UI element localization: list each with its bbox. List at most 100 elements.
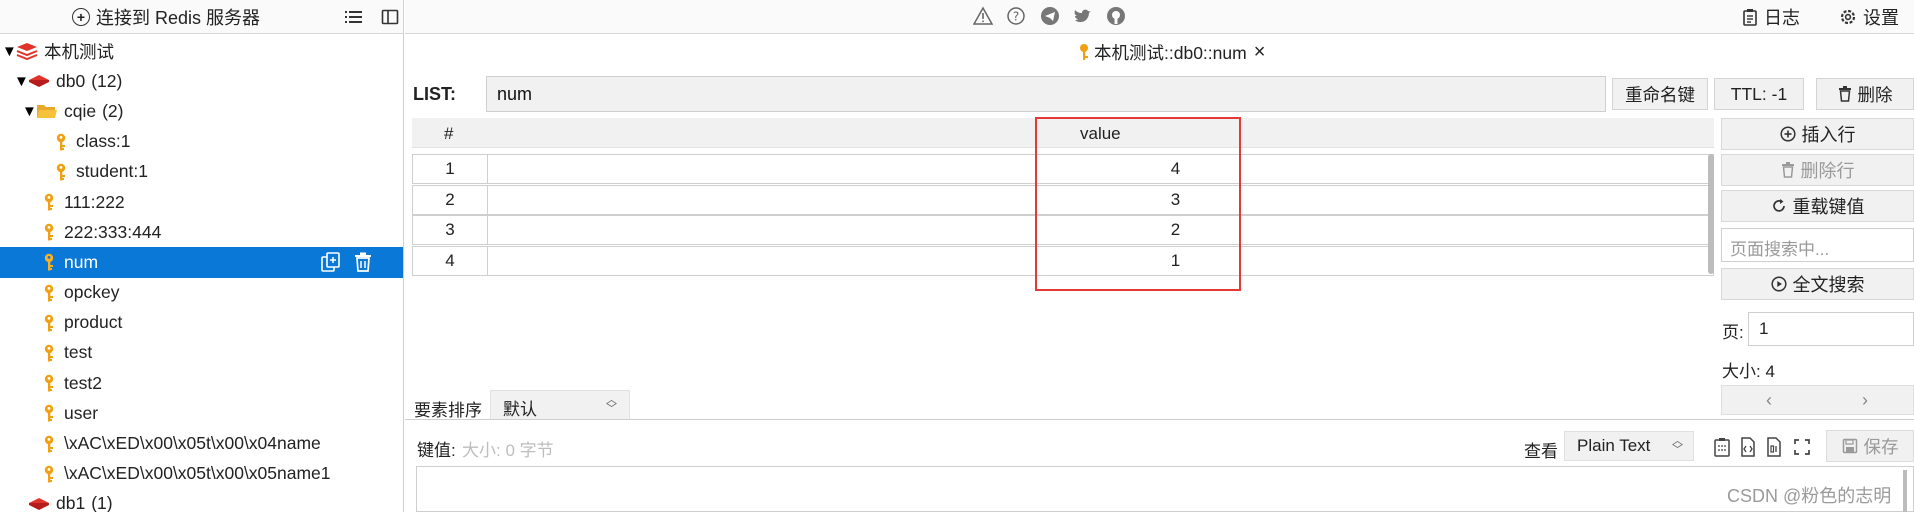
tree-item-label: user [64, 402, 99, 423]
row-value[interactable]: 1 [488, 247, 1715, 275]
tree-key-item[interactable]: \xAC\xED\x00\x05t\x00\x05name1 [0, 459, 403, 489]
server-stack-icon [16, 43, 38, 61]
table-row[interactable]: 23 [412, 184, 1715, 215]
refresh-icon [1772, 199, 1785, 212]
row-actions [320, 251, 374, 273]
view-format-value: Plain Text [1577, 436, 1651, 455]
split-panel-icon[interactable] [380, 7, 400, 27]
tree-item-label: class:1 [76, 131, 131, 152]
reload-value-button[interactable]: 重载键值 [1721, 190, 1914, 222]
tree-db-item[interactable]: db1 (1) [0, 489, 403, 512]
github-icon[interactable] [1106, 6, 1126, 26]
page-number-input[interactable]: 1 [1748, 312, 1914, 346]
save-label: 保存 [1863, 436, 1899, 457]
connect-server-button[interactable]: + 连接到 Redis 服务器 [72, 4, 260, 30]
value-editor[interactable] [416, 466, 1914, 512]
trash-icon[interactable] [352, 251, 374, 273]
database-icon [29, 75, 49, 88]
keyval-size: 大小: 0 字节 [462, 441, 554, 460]
key-icon [44, 405, 54, 422]
tree-db-item[interactable]: ▼ db0 (12) [0, 66, 403, 96]
watermark: CSDN @粉色的志明 [1727, 486, 1892, 506]
tree-key-item[interactable]: opckey [0, 278, 403, 308]
key-icon [56, 163, 66, 181]
tree-key-item[interactable]: \xAC\xED\x00\x05t\x00\x04name [0, 428, 403, 458]
key-type-label: LIST: [413, 84, 456, 104]
row-index: 1 [413, 155, 488, 183]
telegram-icon[interactable] [1040, 6, 1060, 26]
log-button[interactable]: 日志 [1742, 4, 1800, 30]
close-icon[interactable]: × [1254, 41, 1266, 64]
tree-key-item[interactable]: product [0, 308, 403, 338]
file-code-icon[interactable] [1738, 436, 1758, 458]
key-icon [44, 284, 54, 302]
view-label: 查看 [1524, 442, 1558, 461]
twitter-icon[interactable] [1073, 6, 1093, 26]
tree-server-item[interactable]: ▼ 本机测试 [0, 36, 403, 66]
table-row[interactable]: 41 [412, 245, 1715, 276]
tree-item-label: num [64, 251, 99, 272]
table-row[interactable]: 14 [412, 154, 1714, 184]
key-name-field[interactable]: num [486, 76, 1606, 112]
page-search-input[interactable]: 页面搜索中... [1721, 228, 1914, 262]
plus-circle-icon: + [72, 8, 90, 26]
copy-clipboard-icon[interactable] [1712, 436, 1732, 458]
editor-scrollbar[interactable] [1903, 470, 1907, 512]
row-value[interactable]: 4 [488, 155, 1715, 183]
list-icon[interactable] [344, 7, 364, 27]
table-row[interactable]: 32 [412, 215, 1714, 245]
tree-key-item[interactable]: user [0, 398, 403, 428]
tree-item-label: opckey [64, 282, 120, 303]
reload-value-label: 重载键值 [1792, 197, 1865, 217]
tree-key-item[interactable]: 111:222 [0, 187, 403, 217]
fullscreen-icon[interactable] [1792, 436, 1812, 458]
tree-key-item[interactable]: class:1 [0, 127, 403, 157]
tab-title: 本机测试::db0::num [1094, 42, 1247, 63]
copy-icon[interactable] [320, 251, 342, 273]
chevron-down-icon[interactable]: ▼ [14, 73, 29, 90]
insert-row-button[interactable]: 插入行 [1721, 118, 1914, 150]
chevron-updown-icon: ︿ ﹀ [606, 394, 617, 415]
row-value[interactable]: 2 [488, 216, 1715, 244]
delete-row-button[interactable]: 删除行 [1721, 154, 1914, 186]
ttl-button[interactable]: TTL: -1 [1714, 78, 1804, 110]
tree-key-item[interactable]: test2 [0, 368, 403, 398]
next-page-button[interactable]: › [1862, 390, 1868, 411]
settings-button[interactable]: 设置 [1839, 4, 1899, 30]
file-binary-icon[interactable] [1764, 436, 1784, 458]
tree-key-item[interactable]: num [0, 247, 403, 278]
play-circle-icon [1770, 276, 1787, 292]
database-icon [29, 497, 49, 510]
rename-key-button[interactable]: 重命名键 [1612, 78, 1708, 110]
prev-page-button[interactable]: ‹ [1766, 390, 1772, 411]
connect-server-label: 连接到 Redis 服务器 [96, 8, 261, 28]
tree-item-label: cqie [64, 100, 97, 121]
fulltext-search-button[interactable]: 全文搜索 [1721, 268, 1914, 300]
tree-item-count: (1) [91, 493, 113, 512]
delete-row-label: 删除行 [1800, 161, 1855, 181]
delete-key-button[interactable]: 删除 [1816, 78, 1914, 110]
tree-item-label: \xAC\xED\x00\x05t\x00\x04name [64, 433, 321, 454]
sort-label: 要素排序 [414, 401, 482, 420]
tree-folder-item[interactable]: ▼ cqie (2) [0, 96, 403, 126]
tree-item-label: db0 [56, 70, 86, 91]
warning-icon[interactable] [972, 6, 994, 26]
page-label: 页: [1722, 323, 1744, 342]
tree-item-label: 111:222 [64, 191, 125, 212]
view-format-select[interactable]: Plain Text ︿ ﹀ [1564, 431, 1694, 461]
key-icon [44, 193, 54, 211]
tree-key-item[interactable]: test [0, 338, 403, 368]
save-button[interactable]: 保存 [1826, 430, 1914, 462]
tree-key-item[interactable]: student:1 [0, 157, 403, 187]
sort-select[interactable]: 默认 ︿ ﹀ [490, 390, 630, 420]
floppy-icon [1842, 438, 1857, 454]
rename-key-label: 重命名键 [1625, 84, 1695, 105]
help-icon[interactable]: ? [1006, 6, 1026, 26]
chevron-down-icon[interactable]: ▼ [22, 103, 37, 120]
row-value[interactable]: 3 [488, 186, 1715, 214]
chevron-down-icon[interactable]: ▼ [2, 43, 17, 60]
tab-key-num[interactable]: 本机测试::db0::num × [1078, 38, 1265, 66]
tree-key-item[interactable]: 222:333:444 [0, 217, 403, 247]
row-index: 3 [413, 216, 488, 244]
table-scrollbar[interactable] [1708, 154, 1714, 274]
